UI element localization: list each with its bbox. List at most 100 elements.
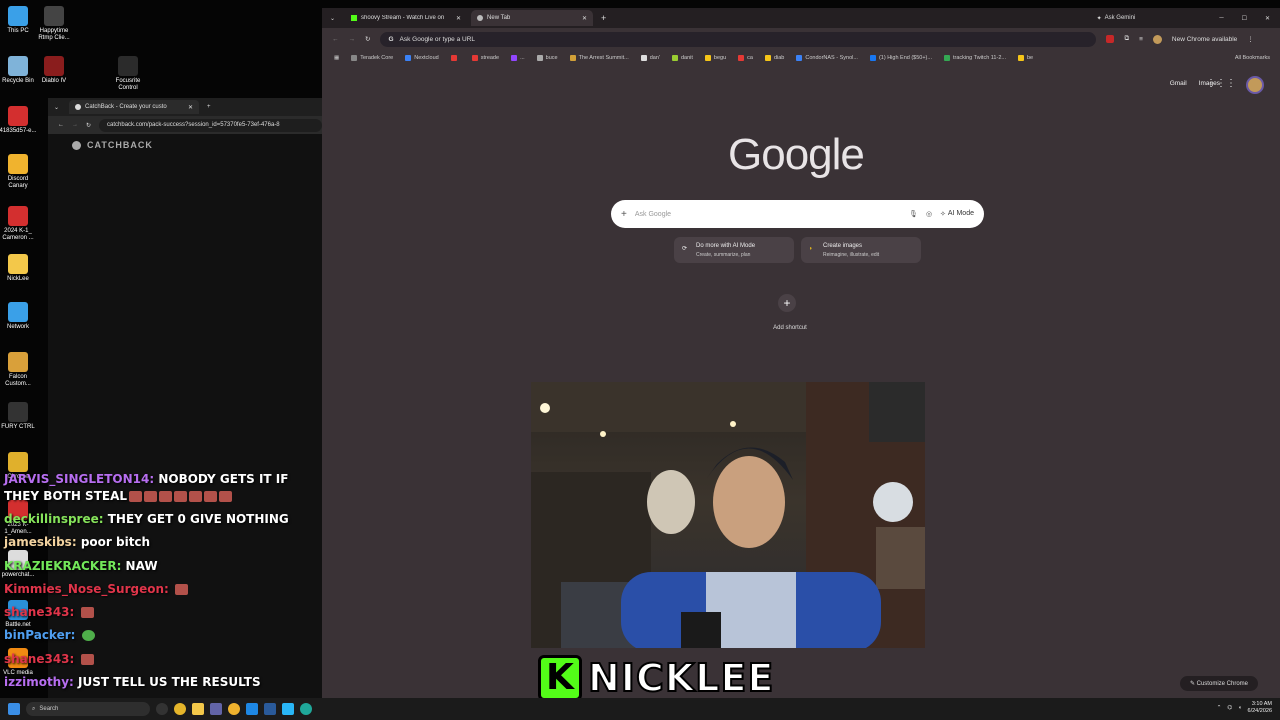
desktop-icon[interactable]: This PC: [0, 6, 38, 35]
close-icon[interactable]: ✕: [188, 104, 193, 111]
tab-new-tab[interactable]: New Tab ✕: [471, 10, 594, 26]
ai-mode-button[interactable]: ✧ AI Mode: [940, 210, 974, 218]
kick-favicon-icon: [351, 15, 358, 21]
google-apps-icon[interactable]: ⋮⋮⋮: [1206, 78, 1236, 89]
chat-emote-icon: [159, 491, 173, 502]
back-icon[interactable]: ←: [58, 122, 64, 128]
media-icon[interactable]: ≡: [1139, 36, 1143, 43]
bookmark-item[interactable]: be: [1017, 55, 1033, 61]
microphone-icon[interactable]: 🎙: [909, 210, 918, 218]
chat-emote-icon: [219, 491, 233, 502]
desktop-icon[interactable]: FURY CTRL: [0, 402, 38, 431]
bookmark-favicon-icon: [351, 55, 358, 61]
gmail-link[interactable]: Gmail: [1170, 80, 1187, 87]
apps-grid-icon[interactable]: ▦: [334, 55, 339, 61]
ask-gemini-button[interactable]: ✦ Ask Gemini: [1097, 15, 1136, 22]
bookmark-item[interactable]: dan': [640, 55, 660, 61]
bookmark-item[interactable]: (1) High End ($50+)...: [869, 55, 932, 61]
chrome-icon[interactable]: [174, 703, 186, 715]
catchback-url-field[interactable]: catchback.com/pack-success?session_id=57…: [99, 118, 322, 132]
close-icon[interactable]: ✕: [456, 15, 461, 22]
clock-date: 6/24/2026: [1247, 708, 1272, 714]
close-icon[interactable]: ✕: [582, 15, 587, 22]
chat-username: JARVIS_SINGLETON14: [4, 472, 150, 486]
desktop-icon[interactable]: Discord Canary: [0, 154, 38, 190]
bookmark-item[interactable]: ca: [738, 55, 753, 61]
reload-icon[interactable]: ↻: [86, 122, 91, 129]
profile-avatar[interactable]: [1152, 34, 1162, 44]
desktop-icon[interactable]: Happytime Rtmp Clie...: [34, 6, 74, 42]
bookmark-item[interactable]: [450, 55, 460, 61]
bookmark-favicon-icon: [471, 55, 478, 61]
teams-icon[interactable]: [210, 703, 222, 715]
bookmark-item[interactable]: The Arrest Summit...: [569, 55, 629, 61]
bookmark-item[interactable]: diab: [764, 55, 784, 61]
obs-icon[interactable]: [156, 703, 168, 715]
desktop-icon[interactable]: Falcon Custom...: [0, 352, 38, 388]
omnibox[interactable]: G Ask Google or type a URL: [380, 31, 1097, 47]
edge-icon[interactable]: [300, 703, 312, 715]
app-icon[interactable]: [282, 703, 294, 715]
add-shortcut-button[interactable]: +: [778, 294, 796, 312]
extension-abp-icon[interactable]: [1106, 35, 1115, 43]
file-explorer-icon[interactable]: [192, 703, 204, 715]
bookmark-item[interactable]: streade: [471, 55, 499, 61]
chevron-down-icon[interactable]: ⌄: [54, 104, 59, 111]
extensions-icon[interactable]: ⧉: [1124, 35, 1129, 43]
new-tab-icon[interactable]: +: [207, 104, 211, 110]
app-icon[interactable]: [264, 703, 276, 715]
bookmark-item[interactable]: danit: [671, 55, 693, 61]
tab-search-icon[interactable]: ⌄: [330, 15, 335, 22]
bookmark-label: buce: [545, 55, 558, 61]
new-chrome-available[interactable]: New Chrome available: [1172, 36, 1237, 43]
bookmark-label: ca: [747, 55, 753, 61]
forward-icon[interactable]: →: [72, 122, 78, 128]
clock[interactable]: 3:10 AM 6/24/2026: [1248, 701, 1272, 715]
network-icon[interactable]: ⌬: [1227, 705, 1232, 712]
bookmark-item[interactable]: Nextcloud: [405, 55, 439, 61]
desktop-icon[interactable]: 41835d57-e...: [0, 106, 38, 135]
back-icon[interactable]: ←: [332, 36, 339, 43]
tab-stream[interactable]: shoovy Stream - Watch Live on ✕: [345, 10, 467, 26]
desktop-icon[interactable]: NickLee: [0, 254, 38, 283]
create-images-chip[interactable]: ◗ Create images Reimagine, illustrate, e…: [801, 237, 921, 263]
catchback-tab[interactable]: CatchBack - Create your custo ✕: [69, 100, 200, 114]
bookmark-item[interactable]: Teradek Core: [351, 55, 393, 61]
catchback-favicon-icon: [75, 104, 82, 110]
search-icon: ⌕: [32, 705, 36, 712]
bookmark-item[interactable]: ...: [511, 55, 525, 61]
volume-icon[interactable]: ◖: [1238, 705, 1241, 712]
taskbar-search[interactable]: ⌕ Search: [26, 702, 150, 716]
start-icon[interactable]: [8, 703, 20, 715]
bookmark-item[interactable]: begu: [704, 55, 726, 61]
desktop-icon[interactable]: Recycle Bin: [0, 56, 38, 85]
close-window-icon[interactable]: ✕: [1265, 15, 1270, 22]
kebab-menu-icon[interactable]: ⋮: [1247, 35, 1254, 43]
desktop-icon[interactable]: Focusrite Control: [108, 56, 148, 92]
bookmark-item[interactable]: tracking Twitch 11-2...: [943, 55, 1006, 61]
desktop-icon[interactable]: 2024 K-1_ Cameron ...: [0, 206, 38, 242]
google-search-box[interactable]: + Ask Google 🎙 ◎ ✧ AI Mode: [611, 200, 984, 228]
tray-chevron-icon[interactable]: ⌃: [1217, 705, 1222, 712]
bookmark-favicon-icon: [405, 55, 412, 61]
bookmark-item[interactable]: CondorNAS - Synol...: [796, 55, 858, 61]
customize-chrome-button[interactable]: ✎ Customize Chrome: [1179, 676, 1258, 691]
reload-icon[interactable]: ↻: [365, 35, 370, 43]
minimize-icon[interactable]: ─: [1219, 15, 1223, 21]
bookmark-item[interactable]: buce: [536, 55, 558, 61]
desktop-icon[interactable]: Diablo IV: [34, 56, 74, 85]
new-tab-icon[interactable]: +: [601, 13, 606, 23]
app-icon[interactable]: [246, 703, 258, 715]
desktop-app-icon: [8, 302, 28, 322]
forward-icon[interactable]: →: [349, 36, 356, 43]
maximize-icon[interactable]: ☐: [1242, 15, 1247, 22]
app-icon[interactable]: [228, 703, 240, 715]
chat-username: shane343: [4, 651, 70, 666]
ai-mode-chip[interactable]: ⟳ Do more with AI Mode Create, summarize…: [674, 237, 794, 263]
desktop-icon[interactable]: Network: [0, 302, 38, 331]
account-avatar[interactable]: [1246, 76, 1264, 94]
lens-icon[interactable]: ◎: [926, 210, 932, 218]
all-bookmarks-button[interactable]: All Bookmarks: [1235, 55, 1270, 61]
plus-icon[interactable]: +: [621, 209, 627, 220]
ai-mode-label: AI Mode: [947, 210, 974, 217]
